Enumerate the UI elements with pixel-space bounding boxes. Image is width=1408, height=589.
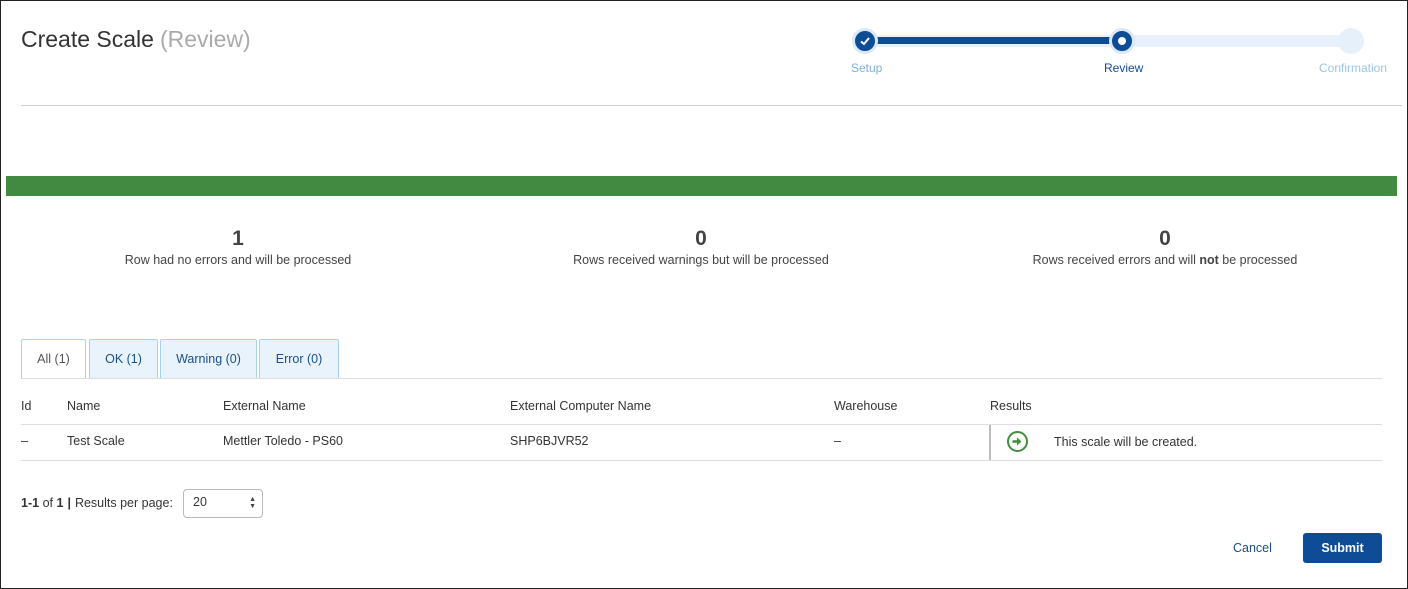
step-confirmation-dot: [1338, 28, 1364, 54]
results-separator: [989, 425, 991, 460]
summary-errors: 0 Rows received errors and will not be p…: [1015, 226, 1315, 267]
select-arrows-icon: ▲ ▼: [249, 496, 256, 510]
column-header-external-name: External Name: [223, 399, 306, 413]
summary-warnings: 0 Rows received warnings but will be pro…: [551, 226, 851, 267]
cancel-button[interactable]: Cancel: [1233, 541, 1272, 555]
pagination-info: 1-1 of 1 | Results per page:: [21, 496, 173, 510]
column-header-warehouse: Warehouse: [834, 399, 898, 413]
tab-all[interactable]: All (1): [21, 339, 86, 379]
summary-errors-text: Rows received errors and will not be pro…: [1032, 253, 1298, 267]
progress-stepper: Setup Review Confirmation: [850, 26, 1390, 76]
column-header-results: Results: [990, 399, 1032, 413]
table-row-divider: [21, 460, 1382, 461]
step-setup-dot: [852, 28, 878, 54]
status-bar: [6, 176, 1397, 196]
stepper-progress: [864, 37, 1122, 44]
cell-warehouse: –: [834, 434, 841, 448]
tab-ok[interactable]: OK (1): [89, 339, 158, 379]
summary-ok-count: 1: [232, 227, 244, 250]
page-title-text: Create Scale: [21, 26, 154, 52]
pagination-range: 1-1: [21, 496, 40, 510]
column-header-id: Id: [21, 399, 32, 413]
column-header-name: Name: [67, 399, 101, 413]
step-review-label: Review: [1104, 61, 1144, 75]
table-header-divider: [21, 424, 1382, 425]
header-divider: [21, 105, 1402, 106]
results-per-page-select[interactable]: 20 ▲ ▼: [183, 489, 263, 518]
summary-errors-count: 0: [1159, 227, 1171, 250]
arrow-right-circle-icon: [1007, 431, 1028, 452]
cell-external-name: Mettler Toledo - PS60: [223, 434, 343, 448]
summary-warnings-count: 0: [695, 227, 707, 250]
step-setup-label: Setup: [851, 61, 883, 75]
summary-ok-text: Row had no errors and will be processed: [124, 253, 352, 267]
cell-external-computer-name: SHP6BJVR52: [510, 434, 589, 448]
column-header-external-computer-name: External Computer Name: [510, 399, 652, 413]
check-icon: [860, 37, 870, 46]
page-subtitle: (Review): [159, 26, 251, 52]
tab-warning[interactable]: Warning (0): [160, 339, 257, 379]
step-review-dot: [1109, 28, 1135, 54]
summary-warnings-text: Rows received warnings but will be proce…: [573, 253, 829, 267]
submit-button[interactable]: Submit: [1303, 533, 1382, 563]
results-per-page-label: Results per page:: [74, 496, 173, 510]
tabs-divider: [21, 378, 1382, 379]
pagination-total: 1: [56, 496, 64, 510]
page-title: Create Scale (Review): [21, 26, 251, 53]
cell-result-text: This scale will be created.: [1054, 435, 1198, 449]
cell-id: –: [21, 434, 28, 448]
tab-error[interactable]: Error (0): [259, 339, 339, 379]
cell-name: Test Scale: [67, 434, 125, 448]
step-confirmation-label: Confirmation: [1319, 61, 1388, 75]
summary-ok: 1 Row had no errors and will be processe…: [88, 226, 388, 267]
